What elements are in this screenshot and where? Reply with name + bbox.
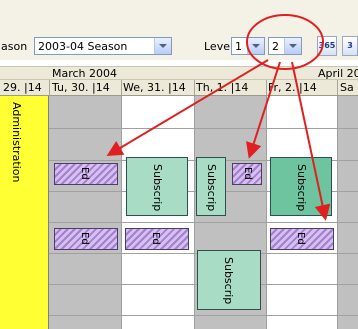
event-label: Ed xyxy=(150,232,161,245)
level-select-1-value: 1 xyxy=(235,40,242,53)
day-label: Sa xyxy=(340,81,354,94)
resource-label: Administration xyxy=(10,102,23,183)
hatched-event[interactable]: Ed xyxy=(54,163,118,185)
month-label-april: April 200 xyxy=(318,67,358,80)
hatched-event[interactable]: Ed xyxy=(54,228,118,250)
season-label: ason xyxy=(1,40,28,53)
season-select-value: 2003-04 Season xyxy=(38,40,128,53)
level-select-2-value: 2 xyxy=(272,40,279,53)
year-view-button[interactable]: 365 xyxy=(317,36,337,56)
event-label: Ed xyxy=(242,167,253,180)
chevron-down-icon[interactable] xyxy=(284,38,301,54)
subscription-event[interactable]: Subscrip xyxy=(270,157,332,216)
event-label: Subscrip xyxy=(295,164,308,212)
day-header: 29. |14 Tu, 30. |14 We, 31. |14 Th, 1. |… xyxy=(0,80,358,96)
hatched-event[interactable]: Ed xyxy=(232,163,262,185)
chevron-down-icon[interactable] xyxy=(247,38,264,54)
level-select-2[interactable]: 2 xyxy=(268,37,302,55)
hatched-event[interactable]: Ed xyxy=(125,228,189,250)
calendar-3-icon: 3 xyxy=(347,41,353,50)
resource-administration: Administration xyxy=(0,96,49,329)
subscription-event[interactable]: Subscrip xyxy=(197,250,261,310)
month-label-march: March 2004 xyxy=(52,67,118,80)
event-label: Subscrip xyxy=(205,164,218,212)
subscription-event[interactable]: Subscrip xyxy=(196,157,226,216)
chevron-down-icon[interactable] xyxy=(154,38,171,54)
day-label: 29. |14 xyxy=(3,81,42,94)
season-select[interactable]: 2003-04 Season xyxy=(34,37,172,55)
day-label: Th, 1. |14 xyxy=(196,81,249,94)
hatched-event[interactable]: Ed xyxy=(270,228,334,250)
day-label: Tu, 30. |14 xyxy=(52,81,110,94)
event-label: Subscrip xyxy=(151,164,164,212)
event-label: Ed xyxy=(79,232,90,245)
toolbar: ason 2003-04 Season Level 1 2 365 3 xyxy=(0,0,358,60)
week-view-button[interactable]: 3 xyxy=(342,36,358,56)
level-select-1[interactable]: 1 xyxy=(231,37,265,55)
event-label: Ed xyxy=(295,232,306,245)
day-label: Fr, 2. |14 xyxy=(268,81,317,94)
month-header: March 2004 April 200 xyxy=(0,66,358,80)
level-label: Level xyxy=(204,40,234,53)
calendar-365-icon: 365 xyxy=(318,41,336,50)
day-label: We, 31. |14 xyxy=(123,81,186,94)
event-label: Subscrip xyxy=(222,257,235,305)
event-label: Ed xyxy=(79,167,90,180)
subscription-event[interactable]: Subscrip xyxy=(126,157,188,216)
